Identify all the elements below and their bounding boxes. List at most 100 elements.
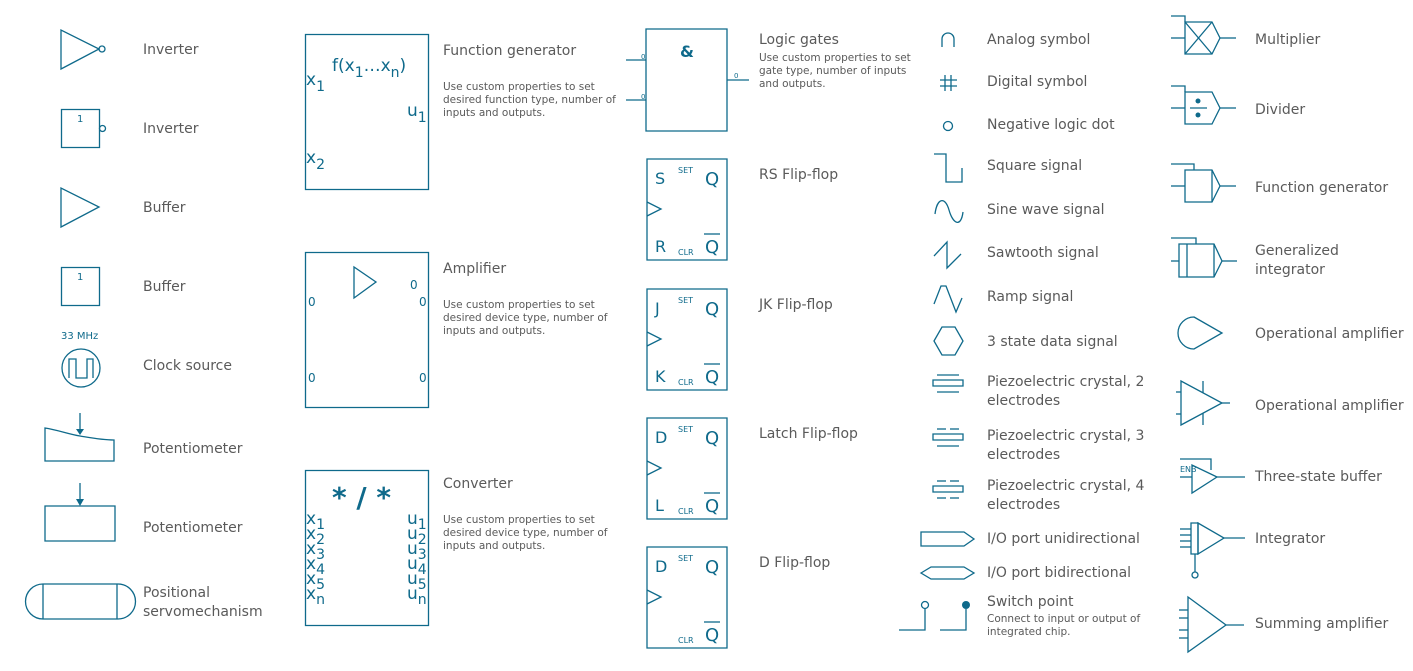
potentiometer-curved-icon[interactable] (44, 412, 118, 464)
buffer-box-text: 1 (77, 272, 83, 283)
output-u1: u1 (407, 101, 427, 126)
piezo-2-label-2: electrodes (987, 393, 1061, 409)
generalized-integrator-label-1: Generalized (1255, 243, 1339, 259)
servomechanism-icon[interactable] (25, 583, 137, 623)
three-state-buffer-icon[interactable]: ENB (1179, 458, 1251, 496)
switch-point-label: Switch point (987, 594, 1074, 610)
inverter-box-icon[interactable]: 1 (60, 108, 110, 150)
square-signal-icon[interactable] (933, 153, 965, 185)
converter-outputs: u1u2u3u4u5un (407, 509, 427, 608)
three-state-data-icon[interactable] (933, 326, 965, 358)
logic-gates-title: Logic gates (759, 32, 839, 48)
flip-flop-clr-label: CLR (678, 378, 694, 387)
buffer-box-icon[interactable]: 1 (60, 266, 104, 308)
converter-desc-1: Use custom properties to set (443, 514, 595, 526)
flip-flop-q-output: Q (705, 169, 719, 190)
gate-input-1: 0 (641, 53, 645, 61)
three-state-data-label: 3 state data signal (987, 334, 1118, 350)
inverter-label-2: Inverter (143, 121, 199, 137)
flip-flop-title: RS Flip-flop (759, 167, 839, 183)
formula-text: f(x1…xn) (332, 56, 406, 81)
piezo-2-label-1: Piezoelectric crystal, 2 (987, 374, 1145, 390)
converter-block[interactable]: * / * x1x2x3x4x5xn u1u2u3u4u5un (305, 470, 431, 628)
clock-source-label: Clock source (143, 358, 232, 374)
sine-wave-icon[interactable] (933, 196, 965, 228)
inverter-box-text: 1 (77, 114, 83, 125)
flip-flop-block[interactable]: D SET CLR Q Q (646, 546, 730, 652)
summing-amplifier-icon[interactable] (1178, 596, 1250, 654)
flip-flop-set-label: SET (678, 425, 693, 434)
amplifier-desc-3: inputs and outputs. (443, 325, 546, 337)
converter-title: Converter (443, 476, 513, 492)
function-generator-desc-3: inputs and outputs. (443, 107, 546, 119)
piezo-3-icon[interactable] (932, 428, 966, 450)
inverter-label-1: Inverter (143, 42, 199, 58)
analog-symbol-icon[interactable] (940, 31, 958, 49)
multiplier-label: Multiplier (1255, 32, 1321, 48)
logic-gate-block[interactable]: & 0 0 0 (625, 28, 755, 134)
divider-icon[interactable] (1170, 85, 1240, 125)
flip-flop-set-label: SET (678, 554, 693, 563)
function-generator-title: Function generator (443, 43, 577, 59)
inverter-triangle-icon[interactable] (60, 28, 110, 72)
converter-symbol: * / * (332, 481, 391, 514)
flip-flop-top-input: D (655, 428, 667, 447)
generalized-integrator-label-2: integrator (1255, 262, 1325, 278)
amp-output-2: 0 (419, 371, 427, 385)
flip-flop-qbar-output: Q (705, 625, 719, 646)
flip-flop-top-input: J (654, 299, 660, 318)
buffer-label-2: Buffer (143, 279, 186, 295)
amp-input-2: 0 (308, 371, 316, 385)
amplifier-desc-1: Use custom properties to set (443, 299, 595, 311)
io-port-bidirectional-icon[interactable] (920, 566, 978, 582)
divider-label: Divider (1255, 102, 1306, 118)
flip-flop-clr-label: CLR (678, 636, 694, 645)
io-port-unidirectional-icon[interactable] (920, 531, 978, 549)
ramp-signal-label: Ramp signal (987, 289, 1074, 305)
function-generator-desc-1: Use custom properties to set (443, 81, 595, 93)
logic-gates-desc-3: and outputs. (759, 78, 826, 90)
negative-logic-dot-icon[interactable] (942, 120, 954, 132)
input-x1: x1 (306, 70, 325, 95)
flip-flop-top-input: D (655, 557, 667, 576)
sine-wave-label: Sine wave signal (987, 202, 1105, 218)
switch-point-icon[interactable] (898, 598, 976, 634)
flip-flop-clr-label: CLR (678, 248, 694, 257)
negative-logic-dot-label: Negative logic dot (987, 117, 1115, 133)
flip-flop-block[interactable]: J K SET CLR Q Q (646, 288, 730, 394)
function-generator-block[interactable]: f(x1…xn) x1 x2 u1 (305, 34, 431, 192)
sawtooth-signal-icon[interactable] (933, 240, 965, 272)
buffer-triangle-icon[interactable] (60, 186, 104, 230)
converter-inputs: x1x2x3x4x5xn (306, 509, 325, 608)
op-amp-curved-icon[interactable] (1186, 316, 1226, 352)
flip-flop-bottom-input: K (655, 367, 666, 386)
input-x2: x2 (306, 148, 325, 173)
flip-flop-clr-label: CLR (678, 507, 694, 516)
integrator-icon[interactable] (1179, 521, 1251, 581)
digital-symbol-icon[interactable] (939, 74, 959, 92)
generalized-integrator-icon[interactable] (1170, 237, 1240, 277)
piezo-3-label-2: electrodes (987, 447, 1061, 463)
op-amp-triangle-icon[interactable] (1175, 380, 1235, 428)
flip-flop-q-output: Q (705, 428, 719, 449)
summing-amplifier-label: Summing amplifier (1255, 616, 1389, 632)
three-state-buffer-label: Three-state buffer (1255, 469, 1382, 485)
potentiometer-rect-icon[interactable] (44, 482, 118, 544)
flip-flop-title: Latch Flip-flop (759, 426, 858, 442)
clock-frequency-text: 33 MHz (61, 331, 98, 342)
flip-flop-bottom-input: L (655, 496, 664, 515)
piezo-4-icon[interactable] (932, 480, 966, 502)
flip-flop-block[interactable]: S R SET CLR Q Q (646, 158, 730, 264)
flip-flop-block[interactable]: D L SET CLR Q Q (646, 417, 730, 523)
converter-desc-3: inputs and outputs. (443, 540, 546, 552)
amplifier-block[interactable]: 0 0 0 0 0 (305, 252, 431, 410)
function-generator-small-icon[interactable] (1170, 163, 1240, 203)
ramp-signal-icon[interactable] (933, 284, 965, 316)
square-signal-label: Square signal (987, 158, 1083, 174)
piezo-2-icon[interactable] (932, 374, 966, 396)
flip-flop-q-output: Q (705, 299, 719, 320)
clock-source-icon[interactable]: 33 MHz (56, 328, 106, 390)
potentiometer-label-1: Potentiometer (143, 441, 243, 457)
gate-output: 0 (734, 72, 738, 80)
multiplier-icon[interactable] (1170, 15, 1240, 55)
